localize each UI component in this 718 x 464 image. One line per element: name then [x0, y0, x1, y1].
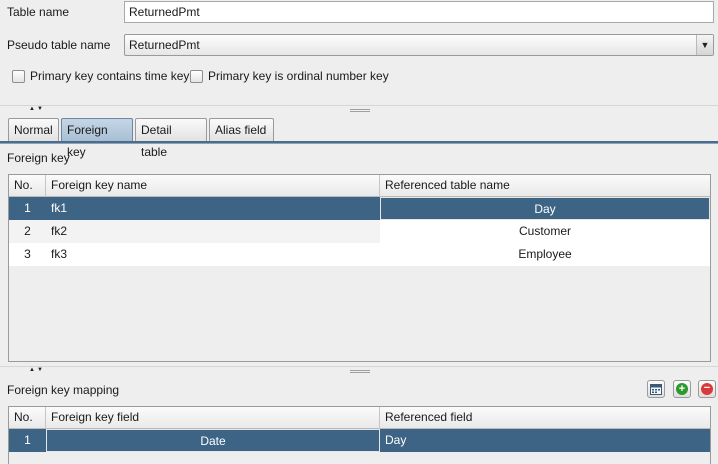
pseudo-table-name-select[interactable]: ReturnedPmt ▼ [124, 34, 714, 56]
column-header-referenced-field[interactable]: Referenced field [380, 407, 710, 429]
foreign-key-section-label: Foreign key [7, 151, 70, 165]
row-number: 2 [24, 224, 31, 238]
tab-detail-table[interactable]: Detail table [135, 118, 207, 159]
referenced-field-cell[interactable]: Day [380, 429, 710, 452]
pseudo-table-name-label: Pseudo table name [7, 38, 111, 52]
table-row[interactable]: 2 fk2 Customer [9, 220, 710, 243]
splitter-grip-icon[interactable] [350, 370, 370, 373]
referenced-table-cell[interactable]: Customer [380, 220, 710, 243]
table-row[interactable]: 1 Date Day [9, 429, 710, 452]
remove-row-button[interactable]: − [698, 380, 716, 398]
pseudo-table-name-value: ReturnedPmt [129, 38, 200, 52]
primary-key-time-label: Primary key contains time key [30, 69, 190, 83]
row-number: 3 [24, 247, 31, 261]
splitter-grip-icon[interactable] [350, 109, 370, 112]
add-icon: + [676, 383, 688, 395]
foreign-key-name-cell[interactable]: fk2 [46, 220, 380, 243]
add-row-button[interactable]: + [673, 380, 691, 398]
dropdown-arrow-icon[interactable]: ▼ [696, 35, 713, 55]
primary-key-time-checkbox[interactable]: Primary key contains time key [12, 69, 189, 83]
tab-underline [0, 141, 718, 144]
table-name-field[interactable]: ReturnedPmt [124, 1, 714, 23]
splitter-collapse-icon[interactable]: ▲▼ [29, 367, 45, 374]
table-header: No. Foreign key name Referenced table na… [9, 175, 710, 197]
column-header-foreign-key-field[interactable]: Foreign key field [46, 407, 380, 429]
remove-icon: − [701, 383, 713, 395]
table-name-label: Table name [7, 5, 70, 19]
column-header-foreign-key-name[interactable]: Foreign key name [46, 175, 380, 197]
row-number: 1 [24, 433, 31, 447]
foreign-key-table: No. Foreign key name Referenced table na… [8, 174, 711, 362]
table-header: No. Foreign key field Referenced field [9, 407, 710, 429]
foreign-key-name-cell[interactable]: fk3 [46, 243, 380, 266]
tab-foreign-key[interactable]: Foreign key [61, 118, 133, 159]
calendar-button[interactable] [647, 380, 665, 398]
checkbox-box[interactable] [190, 69, 203, 83]
column-header-referenced-table[interactable]: Referenced table name [380, 175, 710, 197]
foreign-key-mapping-table: No. Foreign key field Referenced field 1… [8, 406, 711, 464]
tab-normal[interactable]: Normal [8, 118, 59, 141]
referenced-table-cell[interactable]: Day [380, 197, 710, 220]
column-header-no[interactable]: No. [9, 407, 46, 429]
column-header-no[interactable]: No. [9, 175, 46, 197]
foreign-key-field-cell[interactable]: Date [46, 429, 380, 452]
checkbox-box[interactable] [12, 69, 25, 83]
referenced-table-cell[interactable]: Employee [380, 243, 710, 266]
row-number: 1 [24, 201, 31, 215]
calendar-icon [650, 384, 662, 395]
primary-key-ordinal-label: Primary key is ordinal number key [208, 69, 389, 83]
foreign-key-name-cell[interactable]: fk1 [46, 197, 380, 220]
tab-alias-field[interactable]: Alias field [209, 118, 274, 141]
primary-key-ordinal-checkbox[interactable]: Primary key is ordinal number key [190, 69, 389, 83]
table-row[interactable]: 3 fk3 Employee [9, 243, 710, 266]
foreign-key-mapping-label: Foreign key mapping [7, 383, 120, 397]
splitter-collapse-icon[interactable]: ▲▼ [29, 106, 45, 113]
table-row[interactable]: 1 fk1 Day [9, 197, 710, 220]
